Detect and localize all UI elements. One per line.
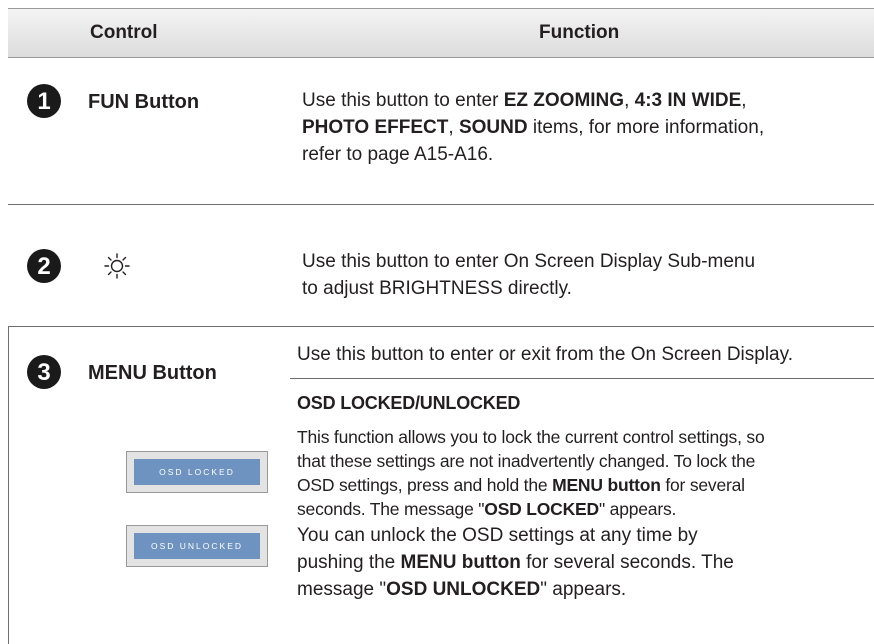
brightness-sun-icon <box>104 253 130 279</box>
menu-button-description: Use this button to enter or exit from th… <box>297 341 874 368</box>
text-run: , <box>624 90 635 111</box>
text-run: Use this button to enter <box>302 90 504 111</box>
row-divider <box>8 204 874 205</box>
osd-locked-image: OSD LOCKED <box>126 451 268 493</box>
header-function: Function <box>539 22 620 43</box>
row-2-number-badge: 2 <box>27 249 61 283</box>
text-run: " appears. <box>540 579 627 600</box>
text-run: refer to page A15-A16. <box>302 144 494 165</box>
text-run: pushing the <box>297 552 401 573</box>
text-line: Use this button to enter EZ ZOOMING, 4:3… <box>302 87 872 114</box>
fun-button-description: Use this button to enter EZ ZOOMING, 4:3… <box>302 87 872 168</box>
osd-lock-paragraph: This function allows you to lock the cur… <box>297 425 874 521</box>
table-header: Control Function <box>8 8 874 58</box>
left-border <box>8 326 9 644</box>
header-control: Control <box>90 22 158 43</box>
text-line: message "OSD UNLOCKED" appears. <box>297 576 874 603</box>
fun-button-label: FUN Button <box>88 91 200 113</box>
text-run: You can unlock the OSD settings at any t… <box>297 525 698 546</box>
text-line: OSD settings, press and hold the MENU bu… <box>297 473 874 497</box>
row-3-number-badge: 3 <box>27 355 61 389</box>
text-line: to adjust BRIGHTNESS directly. <box>302 275 872 302</box>
bold-text: MENU button <box>552 475 661 495</box>
row-divider <box>8 326 874 327</box>
osd-unlocked-image: OSD UNLOCKED <box>126 525 268 567</box>
text-run: , <box>741 90 747 111</box>
text-run: This function allows you to lock the cur… <box>297 427 765 447</box>
text-run: message " <box>297 579 387 600</box>
text-line: This function allows you to lock the cur… <box>297 425 874 449</box>
bold-text: EZ ZOOMING <box>503 90 625 111</box>
text-run: to adjust BRIGHTNESS directly. <box>302 278 572 299</box>
text-run: seconds. The message " <box>297 499 485 519</box>
osd-locked-text: OSD LOCKED <box>134 459 260 485</box>
bold-text: OSD LOCKED <box>484 499 599 519</box>
bold-text: SOUND <box>458 117 528 138</box>
text-run: for several seconds. The <box>520 552 734 573</box>
text-run: OSD settings, press and hold the <box>297 475 553 495</box>
text-run: , <box>448 117 459 138</box>
bold-text: PHOTO EFFECT <box>302 117 449 138</box>
text-line: refer to page A15-A16. <box>302 141 872 168</box>
text-run: items, for more information, <box>527 117 765 138</box>
text-line: Use this button to enter On Screen Displ… <box>302 248 872 275</box>
text-line: pushing the MENU button for several seco… <box>297 549 874 576</box>
subrow-divider <box>290 378 874 379</box>
bold-text: OSD UNLOCKED <box>386 579 541 600</box>
text-line: seconds. The message "OSD LOCKED" appear… <box>297 497 874 521</box>
bold-text: MENU button <box>400 552 521 573</box>
text-line: PHOTO EFFECT, SOUND items, for more info… <box>302 114 872 141</box>
text-line: You can unlock the OSD settings at any t… <box>297 522 874 549</box>
text-run: " appears. <box>598 499 677 519</box>
text-run: that these settings are not inadvertentl… <box>297 451 756 471</box>
bold-text: 4:3 IN WIDE <box>634 90 742 111</box>
text-run: for several <box>660 475 745 495</box>
brightness-description: Use this button to enter On Screen Displ… <box>302 248 872 302</box>
osd-unlocked-text: OSD UNLOCKED <box>134 533 260 559</box>
text-run: Use this button to enter or exit from th… <box>297 344 793 365</box>
row-1-number-badge: 1 <box>27 84 61 118</box>
osd-unlock-paragraph: You can unlock the OSD settings at any t… <box>297 522 874 603</box>
text-run: Use this button to enter On Screen Displ… <box>302 251 756 272</box>
text-line: that these settings are not inadvertentl… <box>297 449 874 473</box>
menu-button-label: MENU Button <box>88 362 217 384</box>
osd-locked-unlocked-heading: OSD LOCKED/UNLOCKED <box>297 393 521 413</box>
text-line: Use this button to enter or exit from th… <box>297 341 874 368</box>
